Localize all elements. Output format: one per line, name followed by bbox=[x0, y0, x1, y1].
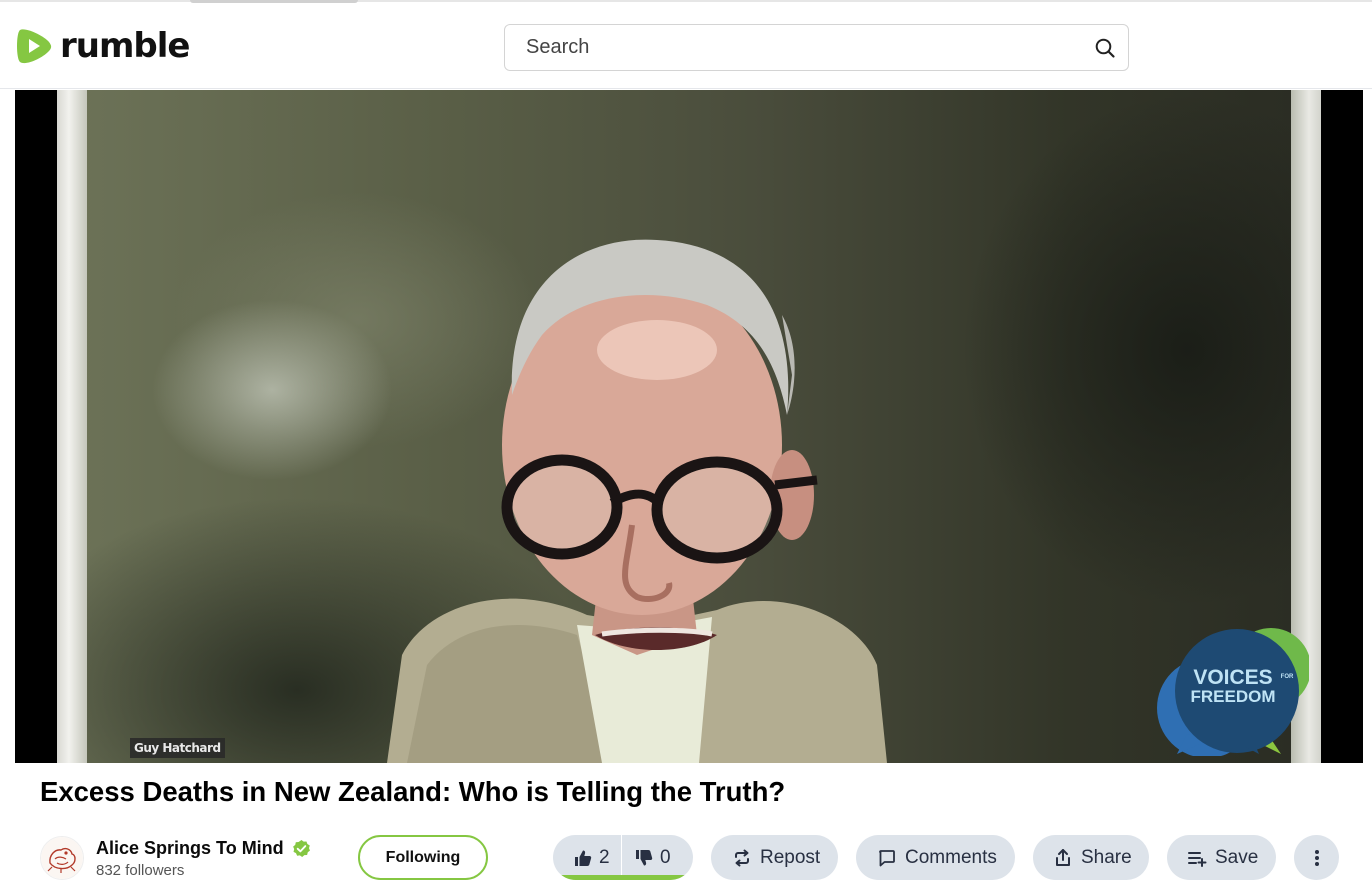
share-button[interactable]: Share bbox=[1033, 835, 1149, 880]
thumbs-down-icon bbox=[636, 849, 653, 865]
voices-for-freedom-logo: VOICES FOR FREEDOM bbox=[1157, 628, 1309, 756]
more-vertical-icon bbox=[1314, 849, 1319, 866]
channel-name[interactable]: Alice Springs To Mind bbox=[96, 838, 284, 859]
frame-edge-left bbox=[57, 90, 87, 763]
watermark-for: FOR bbox=[1281, 674, 1294, 680]
tab-indicator bbox=[190, 0, 358, 3]
channel-avatar[interactable] bbox=[40, 836, 84, 880]
like-count: 2 bbox=[599, 846, 610, 868]
video-title: Excess Deaths in New Zealand: Who is Tel… bbox=[40, 776, 786, 807]
share-label: Share bbox=[1081, 846, 1132, 868]
search-bar bbox=[504, 24, 1129, 71]
channel-info: Alice Springs To Mind 832 followers bbox=[40, 834, 311, 882]
dislike-count: 0 bbox=[660, 846, 671, 868]
watermark-voices: VOICES bbox=[1193, 666, 1272, 689]
repost-label: Repost bbox=[760, 846, 821, 868]
playlist-add-icon bbox=[1188, 851, 1207, 867]
repost-icon bbox=[735, 849, 749, 866]
following-button[interactable]: Following bbox=[358, 835, 488, 880]
video-frame: Guy Hatchard VOICES FOR FREEDOM bbox=[57, 90, 1321, 763]
site-header: rumble bbox=[0, 0, 1372, 89]
rumble-logo[interactable]: rumble bbox=[14, 25, 190, 67]
video-player[interactable]: Guy Hatchard VOICES FOR FREEDOM bbox=[15, 90, 1363, 763]
comments-button[interactable]: Comments bbox=[856, 835, 1015, 880]
watermark-freedom: FREEDOM bbox=[1191, 687, 1276, 706]
save-button[interactable]: Save bbox=[1167, 835, 1276, 880]
vote-ratio-bar bbox=[557, 875, 689, 880]
dislike-button[interactable]: 0 bbox=[622, 835, 671, 880]
vote-group: 2 0 bbox=[553, 835, 693, 880]
avatar-illustration-icon bbox=[41, 837, 83, 879]
comments-label: Comments bbox=[905, 846, 997, 868]
logo-wordmark: rumble bbox=[60, 26, 190, 66]
comment-icon bbox=[879, 849, 895, 866]
like-button[interactable]: 2 bbox=[553, 835, 622, 880]
follower-count: 832 followers bbox=[96, 861, 185, 879]
more-options-button[interactable] bbox=[1294, 835, 1339, 880]
share-icon bbox=[1056, 848, 1070, 866]
play-logo-icon bbox=[17, 29, 52, 64]
repost-button[interactable]: Repost bbox=[711, 835, 838, 880]
search-input[interactable] bbox=[505, 26, 1088, 69]
speaker-name-tag: Guy Hatchard bbox=[130, 738, 225, 758]
speaker-figure bbox=[387, 239, 887, 763]
thumbs-up-icon bbox=[575, 850, 592, 866]
verified-badge-icon bbox=[292, 839, 310, 857]
search-icon[interactable] bbox=[1094, 37, 1116, 59]
save-label: Save bbox=[1215, 846, 1259, 868]
